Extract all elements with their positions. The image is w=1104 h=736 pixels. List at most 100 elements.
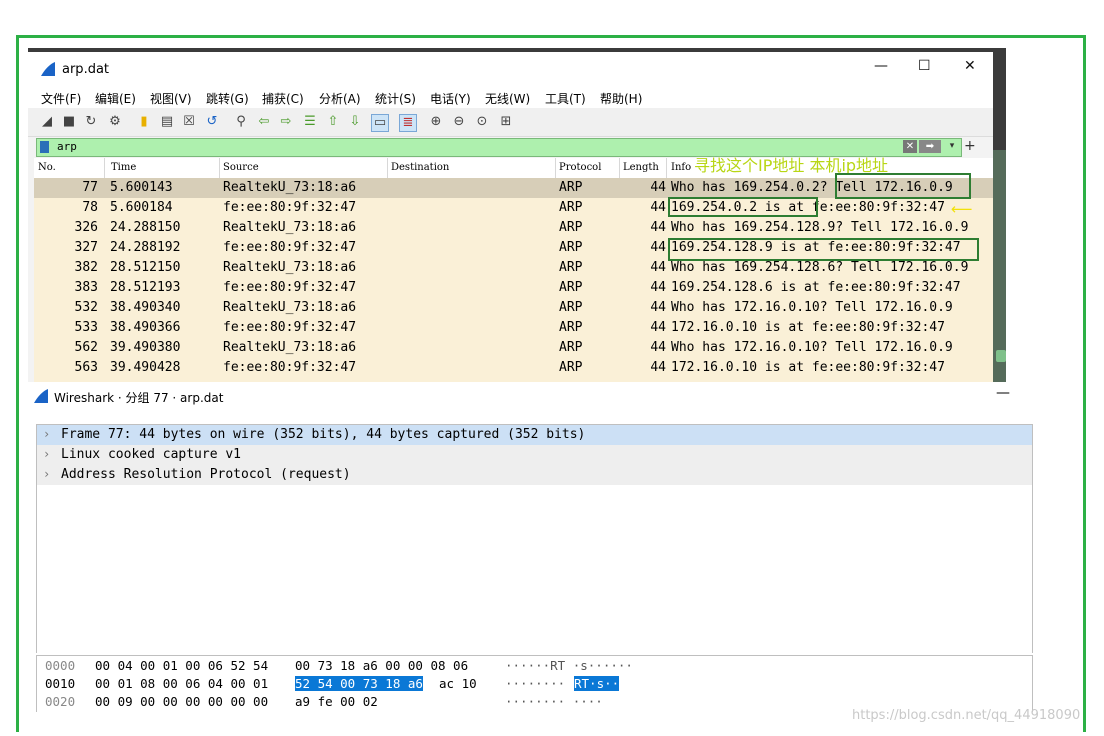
zoom-in-icon[interactable]: ⊕: [428, 114, 444, 130]
annotation-box-target-ip: [668, 197, 818, 217]
column-time[interactable]: Time: [111, 162, 136, 173]
packet-info: Who has 169.254.128.6? Tell 172.16.0.9: [671, 260, 969, 275]
packet-source: RealtekU_73:18:a6: [223, 340, 357, 355]
packet-info: 169.254.128.6 is at fe:ee:80:9f:32:47: [671, 280, 961, 295]
menu-go[interactable]: 跳转(G): [206, 90, 249, 107]
packet-time: 28.512150: [110, 260, 181, 275]
hex-offset: 0010: [45, 676, 76, 691]
display-filter-input[interactable]: arp: [57, 140, 77, 153]
menu-statistics[interactable]: 统计(S): [375, 90, 416, 107]
reload-file-icon[interactable]: ↺: [204, 114, 220, 130]
menu-edit[interactable]: 编辑(E): [95, 90, 136, 107]
packet-row[interactable]: 383 28.512193 fe:ee:80:9f:32:47 ARP 44 1…: [34, 278, 993, 298]
packet-row[interactable]: 326 24.288150 RealtekU_73:18:a6 ARP 44 W…: [34, 218, 993, 238]
column-divider: [619, 158, 620, 178]
packet-protocol: ARP: [559, 340, 583, 355]
packet-no: 326: [74, 220, 98, 235]
column-no[interactable]: No.: [38, 162, 56, 173]
wireshark-fin-icon: [41, 62, 55, 76]
bookmark-icon[interactable]: [40, 141, 49, 153]
column-length[interactable]: Length: [623, 162, 659, 173]
expand-chevron-icon[interactable]: ›: [43, 467, 50, 481]
resize-columns-icon[interactable]: ⊞: [498, 114, 514, 130]
find-packet-icon[interactable]: ⚲: [233, 114, 249, 130]
go-forward-icon[interactable]: ⇨: [278, 114, 294, 130]
tree-item-label: Address Resolution Protocol (request): [61, 467, 351, 482]
capture-options-icon[interactable]: ⚙: [107, 114, 123, 130]
packet-row[interactable]: 78 5.600184 fe:ee:80:9f:32:47 ARP 44 169…: [34, 198, 993, 218]
hex-row[interactable]: 0000 00 04 00 01 00 06 52 54 00 73 18 a6…: [37, 656, 1032, 674]
packet-length: 44: [650, 340, 666, 355]
column-info[interactable]: Info: [671, 162, 691, 173]
hex-row[interactable]: 0010 00 01 08 00 06 04 00 01 52 54 00 73…: [37, 674, 1032, 692]
go-to-packet-icon[interactable]: ☰: [302, 114, 318, 130]
autoscroll-icon[interactable]: ▭: [371, 114, 389, 132]
packet-time: 24.288192: [110, 240, 181, 255]
save-file-icon[interactable]: ▤: [159, 114, 175, 130]
hex-bytes: 00 09 00 00 00 00 00 00: [95, 694, 269, 709]
menu-help[interactable]: 帮助(H): [600, 90, 642, 107]
tree-item-linux-cooked[interactable]: › Linux cooked capture v1: [37, 445, 1032, 465]
close-button[interactable]: ✕: [964, 58, 976, 74]
minimize-button[interactable]: —: [874, 58, 888, 74]
packet-time: 24.288150: [110, 220, 181, 235]
packet-source: RealtekU_73:18:a6: [223, 180, 357, 195]
annotation-box-reply: [668, 238, 979, 261]
apply-filter-icon[interactable]: ➡: [919, 140, 941, 153]
column-divider: [666, 158, 667, 178]
expand-chevron-icon[interactable]: ›: [43, 427, 50, 441]
packet-row[interactable]: 533 38.490366 fe:ee:80:9f:32:47 ARP 44 1…: [34, 318, 993, 338]
packet-length: 44: [650, 300, 666, 315]
last-packet-icon[interactable]: ⇩: [347, 114, 363, 130]
tree-item-frame[interactable]: › Frame 77: 44 bytes on wire (352 bits),…: [37, 425, 1032, 445]
clear-filter-icon[interactable]: ✕: [903, 140, 917, 153]
packet-time: 28.512193: [110, 280, 181, 295]
packet-row[interactable]: 563 39.490428 fe:ee:80:9f:32:47 ARP 44 1…: [34, 358, 993, 378]
menu-tools[interactable]: 工具(T): [545, 90, 586, 107]
hex-ascii-highlighted: RT·s··: [574, 676, 620, 691]
normal-size-icon[interactable]: ⊙: [474, 114, 490, 130]
packet-source: RealtekU_73:18:a6: [223, 260, 357, 275]
zoom-out-icon[interactable]: ⊖: [451, 114, 467, 130]
packet-length: 44: [650, 260, 666, 275]
packet-no: 562: [74, 340, 98, 355]
filter-dropdown-icon[interactable]: ▾: [946, 140, 958, 153]
open-file-icon[interactable]: ▮: [136, 114, 152, 130]
column-source[interactable]: Source: [223, 162, 259, 173]
packet-info: 172.16.0.10 is at fe:ee:80:9f:32:47: [671, 360, 945, 375]
stop-capture-icon[interactable]: ■: [61, 114, 77, 130]
packet-no: 77: [82, 180, 98, 195]
first-packet-icon[interactable]: ⇧: [325, 114, 341, 130]
packet-time: 39.490428: [110, 360, 181, 375]
menu-capture[interactable]: 捕获(C): [262, 90, 304, 107]
packet-row[interactable]: 532 38.490340 RealtekU_73:18:a6 ARP 44 W…: [34, 298, 993, 318]
watermark: https://blog.csdn.net/qq_44918090: [852, 708, 1081, 723]
add-filter-button-icon[interactable]: +: [964, 138, 976, 154]
packet-length: 44: [650, 360, 666, 375]
close-file-icon[interactable]: ☒: [181, 114, 197, 130]
menu-wireless[interactable]: 无线(W): [485, 90, 530, 107]
go-back-icon[interactable]: ⇦: [256, 114, 272, 130]
restart-capture-icon[interactable]: ↻: [83, 114, 99, 130]
menu-file[interactable]: 文件(F): [41, 90, 81, 107]
hex-bytes: 00 01 08 00 06 04 00 01: [95, 676, 269, 691]
packet-source: fe:ee:80:9f:32:47: [223, 200, 357, 215]
maximize-button[interactable]: ☐: [918, 58, 931, 74]
column-protocol[interactable]: Protocol: [559, 162, 601, 173]
packet-row[interactable]: 562 39.490380 RealtekU_73:18:a6 ARP 44 W…: [34, 338, 993, 358]
start-capture-icon[interactable]: ◢: [39, 114, 55, 130]
menu-view[interactable]: 视图(V): [150, 90, 192, 107]
colorize-icon[interactable]: ≣: [399, 114, 417, 132]
detail-minimize-button[interactable]: —: [996, 385, 1010, 401]
packet-row[interactable]: 382 28.512150 RealtekU_73:18:a6 ARP 44 W…: [34, 258, 993, 278]
packet-no: 78: [82, 200, 98, 215]
detail-window-title: Wireshark · 分组 77 · arp.dat: [54, 391, 224, 405]
tree-item-label: Linux cooked capture v1: [61, 447, 242, 462]
column-destination[interactable]: Destination: [391, 162, 449, 173]
expand-chevron-icon[interactable]: ›: [43, 447, 50, 461]
packet-time: 5.600143: [110, 180, 173, 195]
menu-telephony[interactable]: 电话(Y): [430, 90, 471, 107]
tree-item-arp[interactable]: › Address Resolution Protocol (request): [37, 465, 1032, 485]
menu-analyze[interactable]: 分析(A): [319, 90, 361, 107]
packet-time: 38.490340: [110, 300, 181, 315]
